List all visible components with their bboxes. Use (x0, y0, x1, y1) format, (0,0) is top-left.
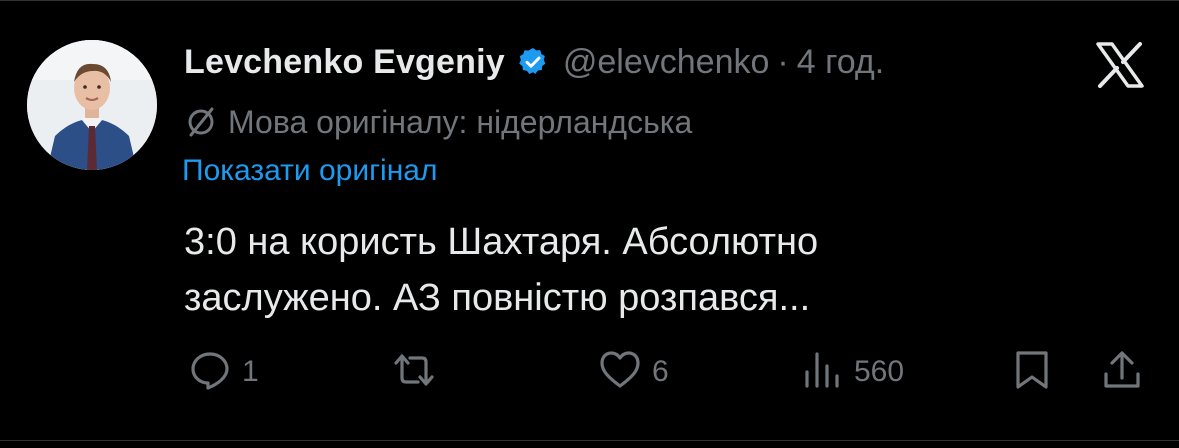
retweet-button[interactable] (392, 344, 436, 400)
like-count: 6 (652, 355, 669, 388)
share-button[interactable] (1100, 344, 1144, 400)
like-button[interactable]: 6 (598, 344, 669, 400)
bottom-divider (0, 440, 1179, 441)
top-divider (0, 0, 1179, 1)
separator-dot: · (777, 42, 789, 81)
tweet-text-line: 3:0 на користь Шахтаря. Абсолютно (184, 221, 819, 263)
tweet-card[interactable]: Levchenko Evgeniy @elevchenko · 4 год. М… (0, 0, 1179, 448)
reply-button[interactable]: 1 (188, 344, 259, 400)
views-icon (800, 348, 844, 397)
views-count: 560 (854, 355, 905, 388)
show-original-link[interactable]: Показати оригінал (182, 154, 437, 188)
action-bar: 1 6 560 (0, 344, 1179, 400)
heart-icon (598, 348, 642, 397)
author-handle[interactable]: @elevchenko (563, 43, 770, 82)
translation-note: Мова оригіналу: нідерландська (184, 102, 692, 142)
original-language-label: Мова оригіналу: нідерландська (228, 103, 693, 140)
bookmark-button[interactable] (1010, 344, 1054, 400)
views-button[interactable]: 560 (800, 344, 904, 400)
reply-count: 1 (242, 355, 259, 388)
author-name[interactable]: Levchenko Evgeniy (184, 43, 505, 82)
verified-badge-icon (517, 46, 549, 78)
share-icon (1100, 348, 1144, 397)
bookmark-icon (1010, 348, 1054, 397)
translate-icon (184, 105, 218, 139)
tweet-text-line: заслужено. АЗ повністю розпався... (184, 277, 811, 319)
tweet-timestamp[interactable]: 4 год. (797, 43, 884, 82)
x-logo-icon[interactable] (1094, 42, 1146, 88)
avatar-portrait (27, 40, 157, 170)
retweet-icon (392, 348, 436, 397)
reply-icon (188, 348, 232, 397)
tweet-text: 3:0 на користь Шахтаря. Абсолютно заслуж… (184, 214, 1084, 326)
avatar[interactable] (27, 40, 157, 170)
tweet-header: Levchenko Evgeniy @elevchenko · 4 год. (184, 38, 884, 86)
